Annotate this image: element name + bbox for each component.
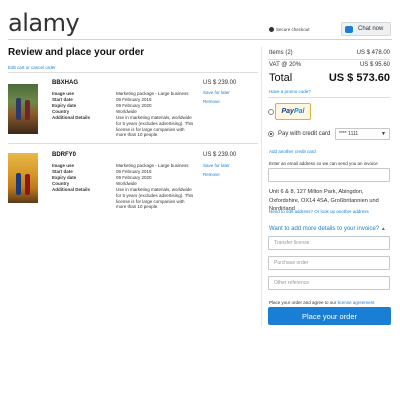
detail-key: Expiry date: [52, 103, 77, 108]
item-details: Image use Marketing package - Large busi…: [52, 163, 202, 213]
promo-code-link[interactable]: Have a promo code?: [269, 89, 311, 94]
items-divider-top: [8, 72, 258, 73]
alamy-logo[interactable]: alamy: [8, 9, 80, 37]
email-input[interactable]: [268, 168, 390, 182]
detail-key: Start date: [52, 169, 73, 174]
chevron-down-icon: ▼: [381, 131, 386, 137]
detail-value: Marketing package - Large business: [116, 91, 189, 96]
header-divider: [8, 39, 392, 40]
chat-icon: [345, 25, 353, 33]
detail-key: Start date: [52, 97, 73, 102]
agreement-text: Place your order and agree to our licens…: [269, 300, 375, 305]
other-reference-input[interactable]: Other reference: [268, 276, 390, 290]
chevron-up-icon: ▲: [380, 226, 386, 232]
item-price: US $ 239.00: [203, 80, 237, 86]
items-divider-middle: [8, 143, 258, 144]
more-details-heading[interactable]: Want to add more details to your invoice…: [269, 226, 386, 232]
place-order-button[interactable]: Place your order: [268, 307, 391, 325]
detail-value: Use in marketing materials, worldwide fo…: [116, 115, 194, 138]
detail-key: Country: [52, 181, 70, 186]
detail-key: Additional Details: [52, 187, 91, 192]
license-agreement-link[interactable]: license agreement: [338, 300, 375, 305]
detail-key: Image use: [52, 163, 75, 168]
item-code[interactable]: BDRFY0: [52, 152, 76, 158]
purchase-order-input[interactable]: Purchase order: [268, 256, 390, 270]
summary-divider: [268, 59, 390, 60]
edit-address-link[interactable]: Need to edit address? Or look up another…: [269, 209, 369, 214]
secure-checkout-label: Secure checkout: [276, 27, 310, 32]
page-title: Review and place your order: [8, 47, 145, 58]
lock-icon: [269, 27, 274, 32]
vat-label: VAT @ 20%: [269, 62, 302, 68]
detail-value: Worldwide: [116, 181, 137, 186]
detail-value: Worldwide: [116, 109, 137, 114]
detail-value: Use in marketing materials, worldwide fo…: [116, 187, 194, 210]
detail-value: 09 February 2015: [116, 169, 152, 174]
column-divider: [261, 47, 262, 327]
save-for-later-link[interactable]: Save for later: [203, 90, 230, 95]
card-select-value: **** 1111: [339, 131, 359, 137]
vat-value: US $ 95.60: [359, 62, 390, 68]
edit-cart-link[interactable]: Edit cart or cancel order: [8, 65, 56, 70]
detail-value: 09 February 2020: [116, 175, 152, 180]
detail-key: Country: [52, 109, 70, 114]
remove-link[interactable]: Remove: [203, 172, 220, 177]
save-for-later-link[interactable]: Save for later: [203, 163, 230, 168]
items-subtotal: US $ 478.00: [356, 50, 390, 56]
chat-now-label: Chat now: [358, 26, 384, 32]
add-card-link[interactable]: Add another credit card: [269, 149, 316, 154]
item-thumbnail[interactable]: [8, 153, 38, 203]
item-thumbnail[interactable]: [8, 84, 38, 134]
secure-checkout: Secure checkout: [269, 27, 310, 32]
detail-value: 09 February 2020: [116, 103, 152, 108]
detail-value: Marketing package - Large business: [116, 163, 189, 168]
item-price: US $ 239.00: [203, 152, 237, 158]
paypal-logo[interactable]: Pay Pal: [275, 103, 311, 120]
remove-link[interactable]: Remove: [203, 99, 220, 104]
email-label: Enter an email address so we can send yo…: [269, 161, 378, 166]
card-select[interactable]: **** 1111 ▼: [335, 128, 390, 140]
detail-value: 09 February 2015: [116, 97, 152, 102]
summary-divider: [268, 97, 390, 98]
detail-key: Image use: [52, 91, 75, 96]
paypal-radio[interactable]: [268, 109, 274, 115]
chat-now-button[interactable]: Chat now: [341, 22, 391, 36]
transfer-license-input[interactable]: Transfer license: [268, 236, 390, 250]
item-code[interactable]: BBXHAG: [52, 80, 78, 86]
item-details: Image use Marketing package - Large busi…: [52, 91, 202, 141]
detail-key: Additional Details: [52, 115, 91, 120]
total-label: Total: [269, 72, 293, 84]
credit-card-radio[interactable]: [268, 131, 274, 137]
total-value: US $ 573.60: [328, 72, 390, 84]
credit-card-label: Pay with credit card: [278, 131, 331, 137]
items-count-label: Items (2): [269, 50, 293, 56]
detail-key: Expiry date: [52, 175, 77, 180]
